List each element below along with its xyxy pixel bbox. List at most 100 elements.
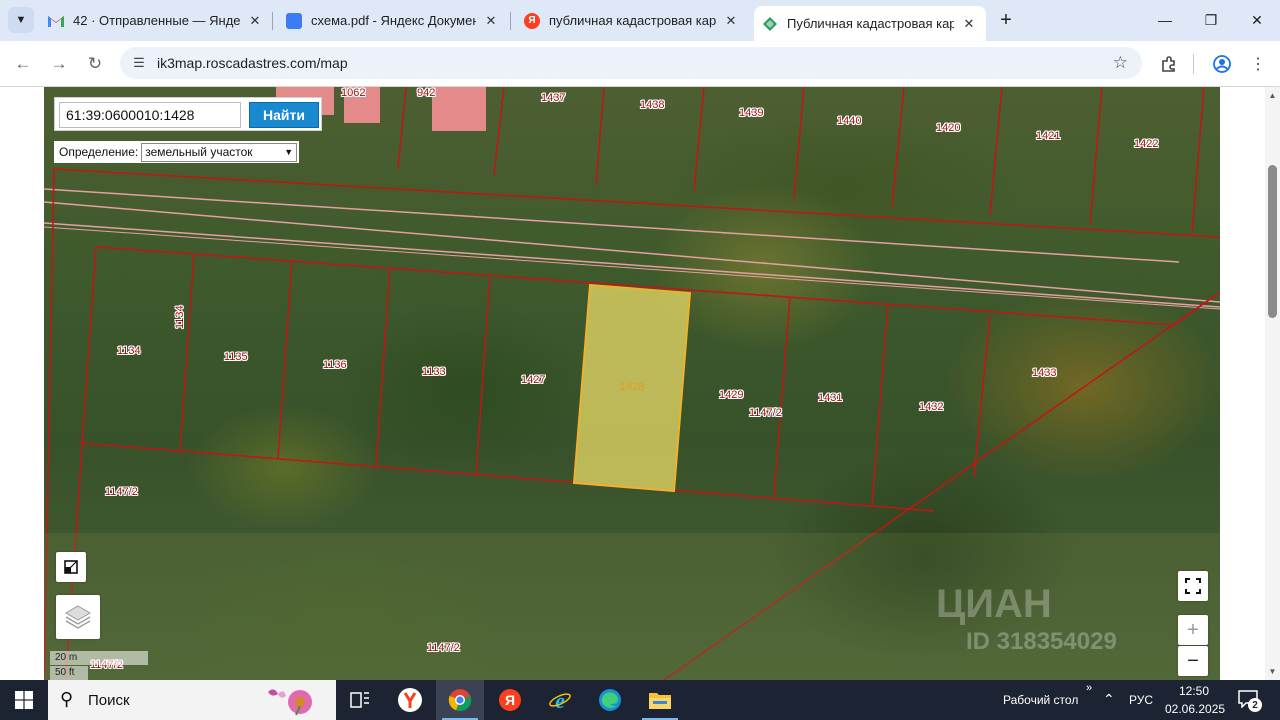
edge-app[interactable] xyxy=(586,680,634,720)
find-button[interactable]: Найти xyxy=(249,102,319,128)
windows-taskbar: ⚲ Поиск Я e Рабочий стол » ⌃ РУС 12:50 0… xyxy=(0,680,1280,720)
definition-select[interactable]: земельный участок ▼ xyxy=(141,142,298,162)
site-settings-icon[interactable]: ☰ xyxy=(130,54,148,72)
scroll-down-icon[interactable]: ▼ xyxy=(1268,667,1277,676)
parcel-label[interactable]: 1062 xyxy=(341,87,365,99)
definition-selected-value: земельный участок xyxy=(145,145,253,159)
parcel-label[interactable]: 1432 xyxy=(919,401,943,413)
file-explorer-app[interactable] xyxy=(636,680,684,720)
yandex-app[interactable]: Я xyxy=(486,680,534,720)
toolbar-overflow-icon[interactable]: » xyxy=(1086,682,1092,694)
new-tab-button[interactable]: + xyxy=(994,8,1018,32)
browser-tab-strip: ▼ 42 · Отправленные — Яндекс ✕ схема.pdf… xyxy=(0,0,1280,41)
tab-search-button[interactable]: ▼ xyxy=(8,7,34,33)
parcel-label[interactable]: 1433 xyxy=(1032,367,1056,379)
parcel-label[interactable]: 1437 xyxy=(541,92,565,104)
parcel-label[interactable]: 1431 xyxy=(818,392,842,404)
parcel-label[interactable]: 1439 xyxy=(739,107,763,119)
chevron-down-icon: ▼ xyxy=(15,14,27,26)
tab-yandex-search[interactable]: Я публичная кадастровая карта ✕ xyxy=(516,6,748,35)
browser-menu-icon[interactable]: ⋮ xyxy=(1246,52,1270,76)
internet-explorer-app[interactable]: e xyxy=(536,680,584,720)
tab-yandex-mail[interactable]: 42 · Отправленные — Яндекс ✕ xyxy=(40,6,272,35)
tab-roscadastre-map[interactable]: Публичная кадастровая карта ✕ xyxy=(754,6,986,41)
chrome-icon xyxy=(448,689,472,712)
parcel-label[interactable]: 942 xyxy=(417,87,435,99)
forward-button[interactable]: → xyxy=(44,49,74,79)
close-icon[interactable]: ✕ xyxy=(960,15,978,33)
clock-date[interactable]: 02.06.2025 xyxy=(1165,702,1225,716)
chrome-app[interactable] xyxy=(436,680,484,720)
fullscreen-button[interactable] xyxy=(1178,571,1208,601)
parcel-label[interactable]: 1147/2 xyxy=(749,407,782,419)
reload-button[interactable]: ↻ xyxy=(80,49,110,79)
extensions-icon[interactable] xyxy=(1157,52,1181,76)
close-icon[interactable]: ✕ xyxy=(246,12,264,30)
yandex-browser-app[interactable] xyxy=(386,680,434,720)
svg-text:Я: Я xyxy=(505,692,515,708)
flower-highlight-icon xyxy=(268,689,312,716)
parcel-label[interactable]: 1133 xyxy=(422,366,446,378)
folder-icon xyxy=(649,693,671,709)
close-icon[interactable]: ✕ xyxy=(722,12,740,30)
gmail-icon xyxy=(48,13,64,29)
parcel-label[interactable]: 1438 xyxy=(640,99,664,111)
watermark-id: ID 318354029 xyxy=(966,628,1117,655)
parcel-label[interactable]: 1134 xyxy=(117,345,141,357)
layers-button[interactable] xyxy=(56,595,100,639)
zoom-out-button[interactable]: − xyxy=(1178,646,1208,676)
scroll-thumb[interactable] xyxy=(1268,165,1277,318)
minimize-icon: — xyxy=(1158,12,1172,28)
zoom-in-button[interactable]: + xyxy=(1178,615,1208,645)
parcel-label[interactable]: 1440 xyxy=(837,115,861,127)
address-bar[interactable]: ☰ ik3map.roscadastres.com/map ☆ xyxy=(120,47,1142,79)
notifications-button[interactable]: 2 xyxy=(1238,690,1262,712)
scroll-up-icon[interactable]: ▲ xyxy=(1268,91,1277,100)
arrow-left-icon: ← xyxy=(14,54,32,73)
clock-time[interactable]: 12:50 xyxy=(1179,684,1209,698)
reload-icon: ↻ xyxy=(87,54,103,73)
start-button[interactable] xyxy=(0,680,48,720)
tab-title: публичная кадастровая карта xyxy=(549,13,716,28)
cadastral-map[interactable]: 1062 942 1437 1438 1439 1440 1420 1421 1… xyxy=(44,87,1220,680)
yandex-docs-icon xyxy=(286,12,302,29)
parcel-label[interactable]: 1427 xyxy=(521,374,545,386)
task-view-icon xyxy=(350,692,369,708)
input-language-indicator[interactable]: РУС xyxy=(1129,693,1153,707)
profile-icon[interactable] xyxy=(1210,52,1234,76)
measure-tool-button[interactable] xyxy=(56,552,86,582)
cadastral-number-input[interactable] xyxy=(59,102,241,128)
tray-expand-icon[interactable]: ⌃ xyxy=(1103,691,1115,708)
watermark-brand: ЦИАН xyxy=(936,582,1052,626)
search-icon: ⚲ xyxy=(60,689,74,709)
parcel-label[interactable]: 1136 xyxy=(323,359,347,371)
cian-watermark: ЦИАН ID 318354029 xyxy=(936,582,1117,655)
selected-parcel-label[interactable]: 1428 xyxy=(620,381,644,393)
window-close-button[interactable]: ✕ xyxy=(1234,0,1280,40)
scale-metric: 20 m xyxy=(50,651,148,665)
minimize-button[interactable]: — xyxy=(1142,0,1188,40)
close-icon[interactable]: ✕ xyxy=(482,12,500,30)
definition-label: Определение: xyxy=(59,145,139,159)
parcel-label[interactable]: 1429 xyxy=(719,389,743,401)
parcel-label[interactable]: 1134 xyxy=(174,305,186,329)
yandex-icon: Я xyxy=(524,12,540,29)
parcel-label[interactable]: 1422 xyxy=(1134,138,1158,150)
url-text[interactable]: ik3map.roscadastres.com/map xyxy=(157,55,348,71)
tab-yandex-docs[interactable]: схема.pdf - Яндекс Документы ✕ xyxy=(278,6,508,35)
desktop-toolbar-label[interactable]: Рабочий стол xyxy=(1003,693,1078,707)
bookmark-star-icon[interactable]: ☆ xyxy=(1113,53,1128,73)
parcel-label[interactable]: 1420 xyxy=(936,122,960,134)
taskbar-search-box[interactable]: ⚲ Поиск xyxy=(48,680,336,720)
screen: ▼ 42 · Отправленные — Яндекс ✕ схема.pdf… xyxy=(0,0,1280,720)
parcel-label[interactable]: 1135 xyxy=(224,351,248,363)
restore-button[interactable]: ❐ xyxy=(1188,0,1234,40)
page-scrollbar[interactable]: ▲ ▼ xyxy=(1265,87,1280,680)
parcel-label[interactable]: 1147/2 xyxy=(105,486,138,498)
parcel-label[interactable]: 1421 xyxy=(1036,130,1060,142)
parcel-label[interactable]: 1147/2 xyxy=(427,642,460,654)
restore-icon: ❐ xyxy=(1204,11,1218,28)
close-icon: ✕ xyxy=(1251,11,1263,28)
task-view-button[interactable] xyxy=(336,680,384,720)
back-button[interactable]: ← xyxy=(8,49,38,79)
